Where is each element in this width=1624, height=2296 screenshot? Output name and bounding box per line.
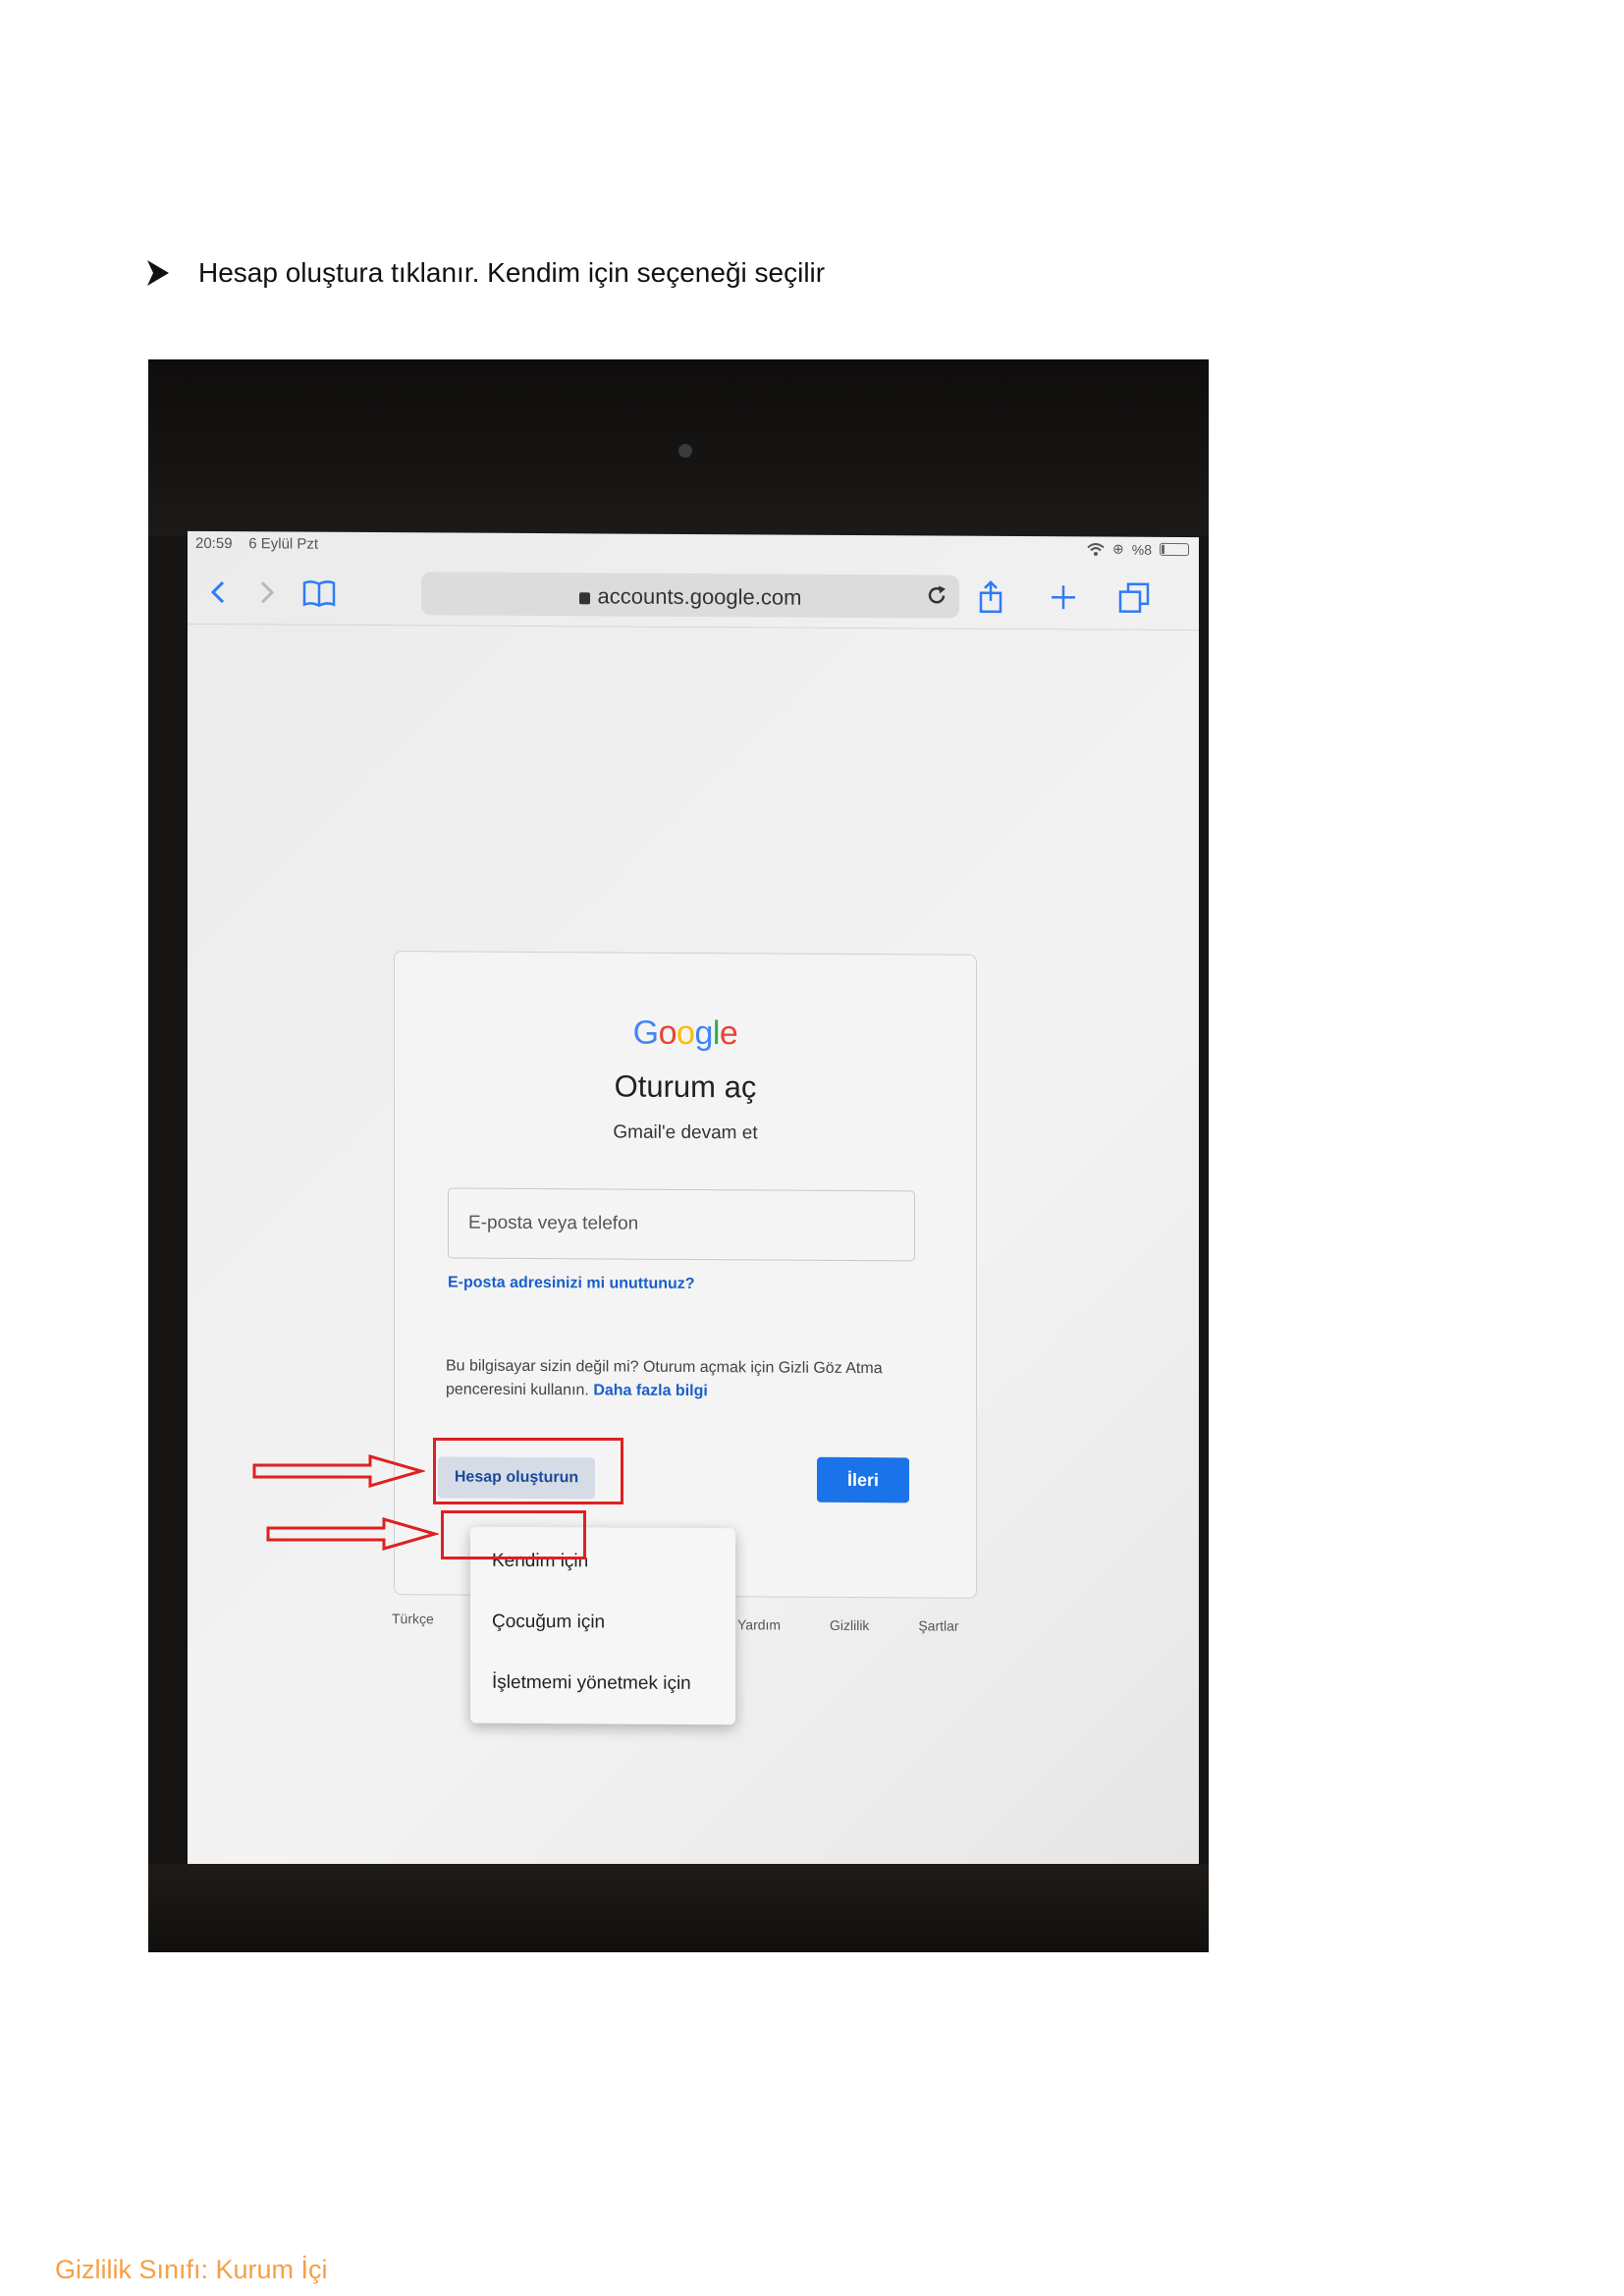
address-bar[interactable]: accounts.google.com: [421, 572, 959, 619]
tablet-photo: 20:59 6 Eylül Pzt ⊕ %8 accounts.google.c…: [148, 359, 1209, 1952]
logo-letter: l: [712, 1014, 720, 1053]
signin-title: Oturum aç: [614, 1068, 757, 1105]
email-field[interactable]: E-posta veya telefon: [448, 1187, 915, 1262]
menu-item-for-business[interactable]: İşletmemi yönetmek için: [492, 1672, 691, 1695]
highlight-for-myself: [441, 1510, 586, 1559]
bookmarks-icon[interactable]: [301, 575, 337, 611]
share-icon[interactable]: [973, 579, 1008, 615]
signin-subtitle: Gmail'e devam et: [613, 1121, 758, 1144]
battery-icon: [1160, 542, 1189, 557]
status-indicators: ⊕ %8: [1087, 540, 1189, 558]
camera-icon: [678, 444, 692, 458]
lock-icon: [578, 592, 590, 605]
status-date: 6 Eylül Pzt: [248, 535, 319, 553]
reload-icon[interactable]: [924, 582, 949, 608]
address-text: accounts.google.com: [597, 583, 802, 610]
address-text-wrap: accounts.google.com: [421, 582, 959, 611]
logo-letter: e: [719, 1014, 738, 1053]
forgot-email-link[interactable]: E-posta adresinizi mi unuttunuz?: [448, 1274, 695, 1293]
wifi-icon: [1087, 542, 1105, 556]
forward-icon[interactable]: [248, 574, 284, 610]
logo-letter: o: [658, 1013, 677, 1052]
google-logo: Google: [395, 1012, 976, 1055]
highlight-create-account: [433, 1438, 623, 1504]
status-bar: 20:59 6 Eylül Pzt: [195, 535, 318, 553]
guest-mode-note: Bu bilgisayar sizin değil mi? Oturum açm…: [446, 1354, 917, 1404]
annotation-arrow-icon: [252, 1454, 425, 1488]
new-tab-icon[interactable]: [1046, 579, 1081, 615]
help-link[interactable]: Yardım: [737, 1616, 781, 1632]
logo-letter: G: [632, 1013, 659, 1052]
menu-item-for-child[interactable]: Çocuğum için: [492, 1612, 605, 1634]
privacy-link[interactable]: Gizlilik: [830, 1617, 869, 1633]
browser-toolbar: accounts.google.com: [188, 560, 1199, 631]
terms-link[interactable]: Şartlar: [918, 1617, 958, 1633]
logo-letter: o: [677, 1013, 695, 1053]
tablet-screen: 20:59 6 Eylül Pzt ⊕ %8 accounts.google.c…: [188, 530, 1199, 1874]
next-button[interactable]: İleri: [817, 1456, 909, 1503]
language-selector[interactable]: Türkçe: [392, 1611, 434, 1626]
footer-links: Yardım Gizlilik Şartlar: [737, 1616, 1004, 1634]
classification-label: Gizlilik Sınıfı: Kurum İçi: [55, 2255, 328, 2284]
status-time: 20:59: [195, 534, 233, 553]
email-placeholder: E-posta veya telefon: [468, 1212, 639, 1234]
learn-more-link[interactable]: Daha fazla bilgi: [593, 1382, 707, 1399]
instruction-line: Hesap oluştura tıklanır. Kendim için seç…: [147, 257, 825, 289]
tabs-icon[interactable]: [1116, 580, 1152, 616]
tablet-bottom-bezel: [148, 1864, 1209, 1952]
battery-percent: %8: [1131, 541, 1152, 558]
arrow-bullet-icon: [147, 260, 169, 286]
annotation-arrow-icon: [266, 1517, 439, 1551]
logo-letter: g: [694, 1014, 713, 1053]
location-icon: ⊕: [1112, 540, 1124, 557]
back-icon[interactable]: [201, 574, 237, 610]
instruction-text: Hesap oluştura tıklanır. Kendim için seç…: [198, 257, 826, 288]
